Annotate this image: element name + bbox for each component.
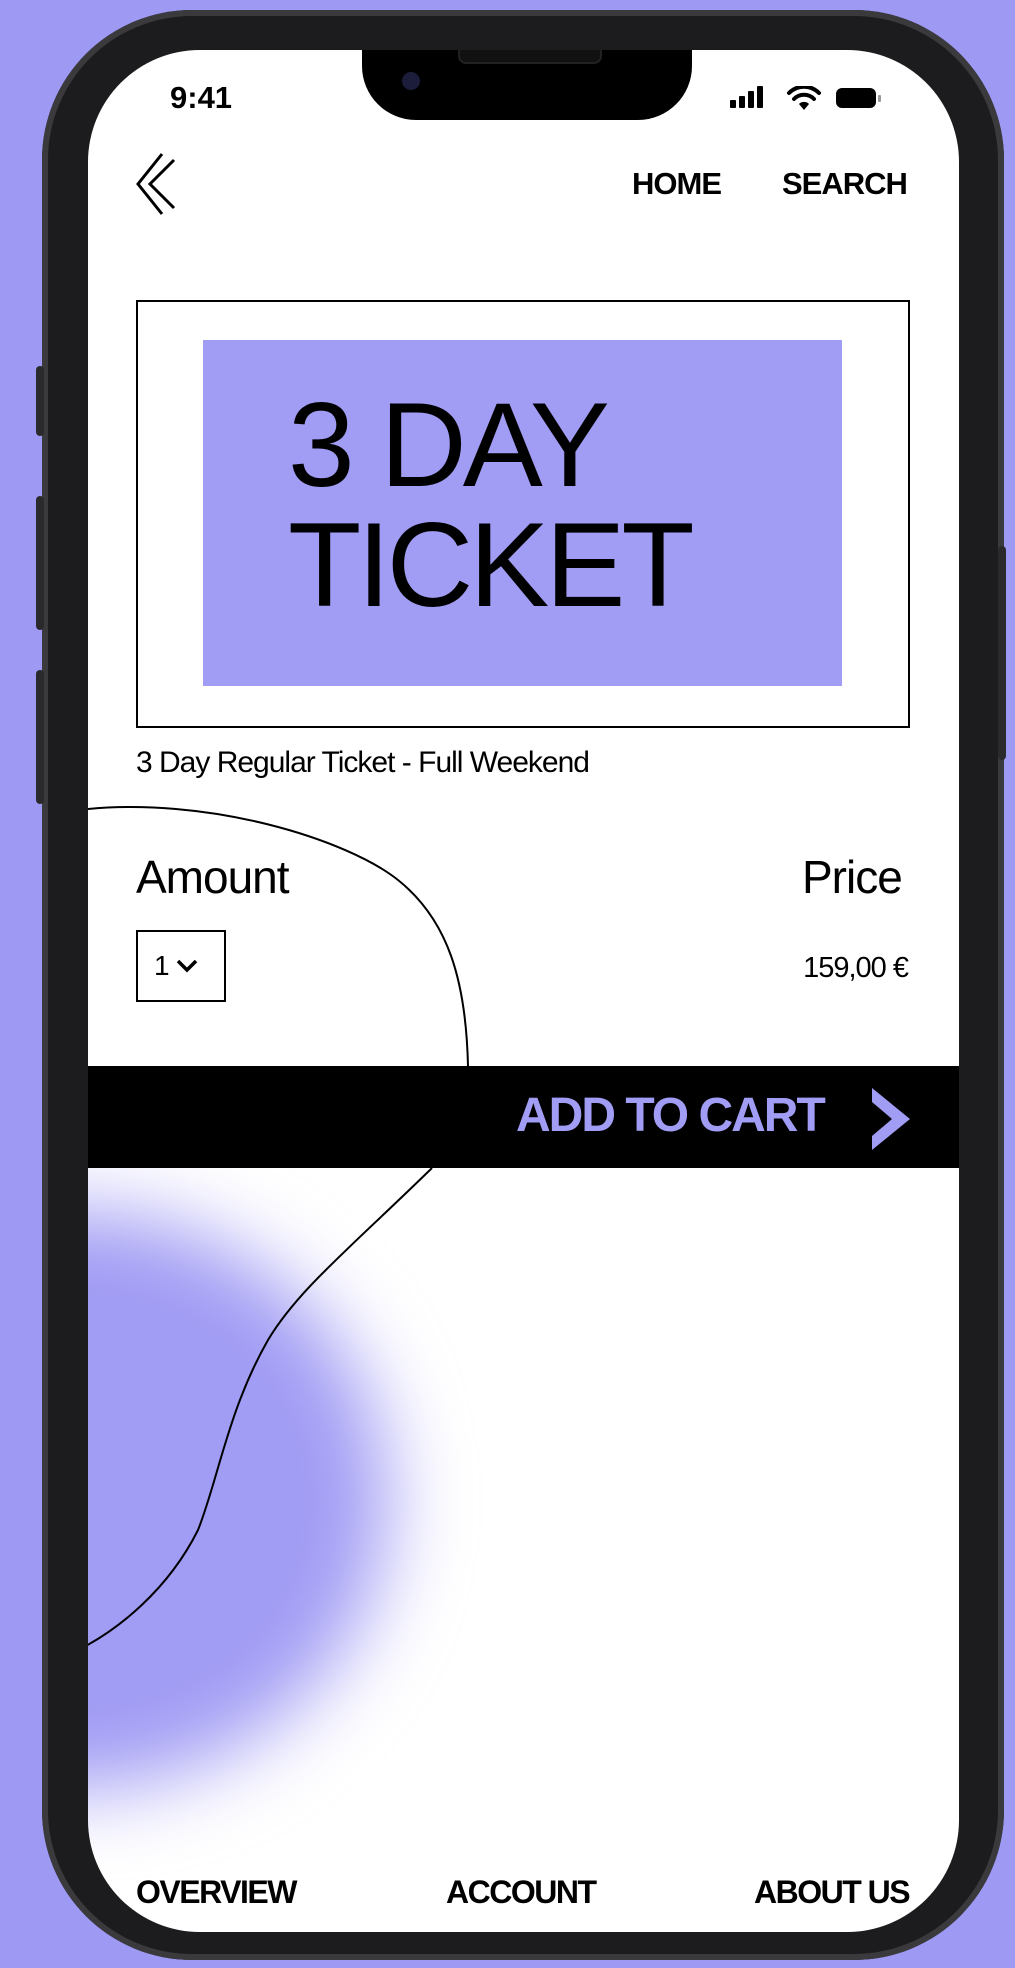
nav-account-link[interactable]: ACCOUNT bbox=[446, 1874, 597, 1911]
nav-about-us-link[interactable]: ABOUT US bbox=[754, 1874, 911, 1911]
app-screen: 9:41 HOME SEARCH 3 DAY TICKET 3 Day Regu… bbox=[88, 50, 959, 1932]
notch bbox=[362, 50, 692, 120]
quantity-value: 1 bbox=[154, 950, 170, 981]
status-icons bbox=[730, 84, 881, 114]
nav-overview-link[interactable]: OVERVIEW bbox=[136, 1874, 297, 1911]
wifi-icon bbox=[787, 86, 821, 110]
price-value: 159,00 € bbox=[803, 952, 909, 984]
ticket-caption: 3 Day Regular Ticket - Full Weekend bbox=[136, 746, 590, 779]
price-label: Price bbox=[802, 851, 903, 903]
volume-down-button bbox=[36, 670, 44, 804]
power-button bbox=[998, 546, 1006, 760]
volume-up-button bbox=[36, 496, 44, 630]
side-button bbox=[36, 366, 44, 436]
nav-home-link[interactable]: HOME bbox=[632, 166, 722, 202]
status-time: 9:41 bbox=[170, 80, 233, 115]
ticket-title-line2: TICKET bbox=[288, 498, 695, 632]
chevron-right-icon bbox=[872, 1088, 910, 1150]
add-to-cart-label: ADD TO CART bbox=[516, 1089, 826, 1142]
battery-icon bbox=[836, 88, 876, 108]
amount-label: Amount bbox=[136, 851, 290, 903]
quantity-select[interactable]: 1 bbox=[136, 930, 226, 1002]
speaker bbox=[458, 50, 602, 64]
back-chevron-icon[interactable] bbox=[132, 150, 188, 222]
nav-search-link[interactable]: SEARCH bbox=[782, 166, 908, 202]
chevron-down-icon bbox=[176, 959, 197, 973]
battery-tip bbox=[878, 95, 881, 102]
add-to-cart-button[interactable]: ADD TO CART bbox=[88, 1066, 959, 1168]
front-camera bbox=[402, 72, 420, 90]
ticket-title-line1: 3 DAY bbox=[288, 378, 610, 512]
